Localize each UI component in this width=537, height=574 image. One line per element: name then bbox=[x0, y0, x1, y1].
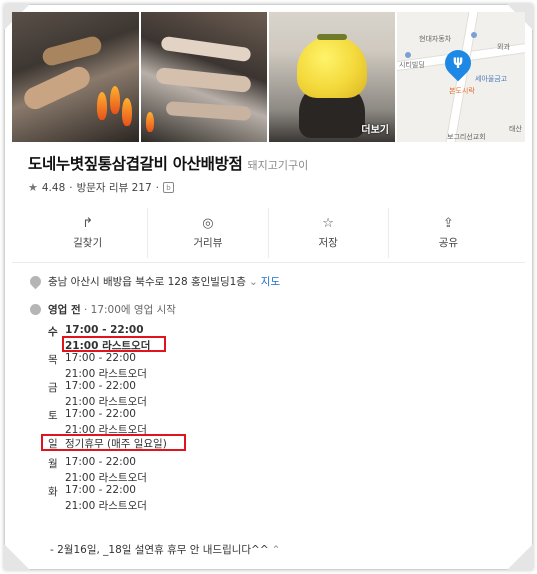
highlight-box bbox=[41, 434, 186, 451]
photo-steamed-egg[interactable]: 더보기 bbox=[269, 12, 395, 142]
action-label: 저장 bbox=[318, 236, 338, 249]
chevron-up-icon[interactable]: ⌃ bbox=[272, 544, 281, 556]
poi-dot-icon bbox=[405, 52, 411, 58]
star-icon: ★ bbox=[28, 181, 38, 194]
day-label: 토 bbox=[48, 410, 58, 422]
review-count-link[interactable]: 방문자 리뷰 217 bbox=[77, 180, 152, 195]
blog-review-icon[interactable]: b bbox=[162, 182, 174, 193]
photo-grill-2[interactable] bbox=[141, 12, 267, 142]
map-label: 본도시락 bbox=[449, 87, 475, 95]
separator: · bbox=[155, 181, 159, 194]
action-label: 공유 bbox=[438, 236, 459, 249]
day-label: 금 bbox=[48, 382, 58, 394]
poi-dot-icon bbox=[471, 32, 477, 38]
hours-row-fri: 금 17:00 - 22:00 21:00 라스트오더 bbox=[48, 378, 348, 408]
address-text: 충남 아산시 배방읍 북수로 128 홍인빌딩1층 bbox=[48, 276, 246, 288]
streetview-button[interactable]: ◎ 거리뷰 bbox=[147, 208, 267, 258]
photo-strip: 더보기 시티빌딩 세아울금고 현대자동차 외과 본도시락 태산 보그리선교회 ψ bbox=[12, 12, 525, 142]
location-pin-icon: ψ bbox=[439, 44, 477, 82]
hours-text: 17:00 - 22:00 bbox=[65, 380, 136, 392]
action-bar: ↱ 길찾기 ◎ 거리뷰 ☆ 저장 ⇪ 공유 bbox=[28, 208, 508, 258]
save-button[interactable]: ☆ 저장 bbox=[267, 208, 388, 258]
corner-decoration bbox=[507, 544, 533, 570]
hours-text: 17:00 - 22:00 bbox=[65, 456, 136, 468]
action-label: 거리뷰 bbox=[193, 236, 223, 249]
corner-decoration bbox=[4, 544, 30, 570]
star-outline-icon: ☆ bbox=[322, 215, 334, 231]
day-label: 화 bbox=[48, 486, 58, 498]
separator: · bbox=[69, 181, 73, 194]
map-label: 보그리선교회 bbox=[447, 133, 486, 141]
share-icon: ⇪ bbox=[442, 215, 454, 231]
streetview-icon: ◎ bbox=[202, 215, 214, 231]
last-order-text: 21:00 라스트오더 bbox=[65, 500, 147, 512]
hours-row-sat: 토 17:00 - 22:00 21:00 라스트오더 bbox=[48, 406, 348, 436]
action-label: 길찾기 bbox=[73, 236, 103, 249]
hours-text: 17:00 - 22:00 bbox=[65, 324, 144, 336]
map-label: 시티빌딩 bbox=[399, 61, 425, 69]
address-row: 충남 아산시 배방읍 북수로 128 홍인빌딩1층 ⌄ 지도 bbox=[48, 274, 280, 289]
business-status: 영업 전 · 17:00에 영업 시작 bbox=[48, 302, 176, 317]
day-label: 목 bbox=[48, 354, 58, 366]
photo-grill-1[interactable] bbox=[12, 12, 139, 142]
status-state: 영업 전 bbox=[48, 304, 81, 316]
more-photos-label[interactable]: 더보기 bbox=[361, 121, 389, 136]
map-label: 세아울금고 bbox=[475, 75, 508, 83]
mini-map[interactable]: 시티빌딩 세아울금고 현대자동차 외과 본도시락 태산 보그리선교회 ψ bbox=[397, 12, 525, 142]
hours-text: 17:00 - 22:00 bbox=[65, 484, 136, 496]
hours-row-thu: 목 17:00 - 22:00 21:00 라스트오더 bbox=[48, 350, 348, 380]
map-label: 태산 bbox=[509, 125, 522, 133]
status-detail: · 17:00에 영업 시작 bbox=[80, 304, 176, 316]
chevron-down-icon[interactable]: ⌄ bbox=[249, 276, 258, 288]
map-label: 외과 bbox=[497, 43, 510, 51]
day-label: 수 bbox=[48, 326, 58, 338]
hours-row-wed: 수 17:00 - 22:00 21:00 라스트오더 bbox=[48, 322, 348, 352]
map-label: 현대자동차 bbox=[419, 35, 452, 43]
place-category: 돼지고기구이 bbox=[247, 159, 309, 172]
directions-button[interactable]: ↱ 길찾기 bbox=[28, 208, 147, 258]
note-text: - 2월16일, _18일 설연휴 휴무 안 내드립니다^^ bbox=[50, 544, 269, 556]
hours-list: 수 17:00 - 22:00 21:00 라스트오더 목 17:00 - 22… bbox=[41, 322, 348, 512]
map-link[interactable]: 지도 bbox=[261, 276, 280, 288]
place-name: 도네누볏짚통삼겹갈비 아산배방점 bbox=[28, 155, 243, 173]
rating-value: 4.48 bbox=[41, 181, 66, 194]
holiday-note: - 2월16일, _18일 설연휴 휴무 안 내드립니다^^ ⌃ bbox=[50, 542, 280, 557]
hours-text: 17:00 - 22:00 bbox=[65, 408, 136, 420]
rating-row: ★ 4.48 · 방문자 리뷰 217 · b bbox=[28, 180, 174, 195]
hours-row-tue: 화 17:00 - 22:00 21:00 라스트오더 bbox=[48, 482, 348, 512]
hours-text: 17:00 - 22:00 bbox=[65, 352, 136, 364]
title-row: 도네누볏짚통삼겹갈비 아산배방점 돼지고기구이 bbox=[28, 152, 508, 174]
section-divider bbox=[12, 262, 525, 263]
share-button[interactable]: ⇪ 공유 bbox=[387, 208, 508, 258]
hours-row-mon: 월 17:00 - 22:00 21:00 라스트오더 bbox=[48, 454, 348, 484]
clock-icon bbox=[30, 304, 41, 315]
hours-row-sun: 일 정기휴무 (매주 일요일) bbox=[41, 434, 348, 454]
directions-icon: ↱ bbox=[82, 215, 94, 231]
day-label: 월 bbox=[48, 458, 58, 470]
